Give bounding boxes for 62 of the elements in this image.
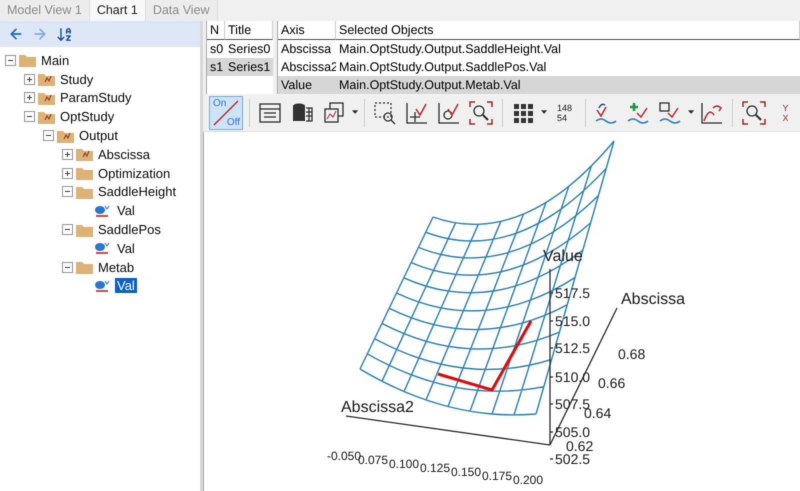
collapse-toggle[interactable] (62, 262, 73, 273)
tree-item[interactable]: Val (115, 203, 137, 218)
tree-item[interactable]: Abscissa (96, 146, 152, 162)
chart-folder-icon (38, 110, 55, 124)
folder-icon (76, 166, 93, 180)
table-cell[interactable]: s1 (207, 58, 225, 76)
folder-icon (19, 53, 36, 68)
tree-item[interactable]: SaddleHeight (96, 184, 178, 200)
tree-item[interactable]: Val (115, 278, 137, 294)
collapse-toggle[interactable] (5, 54, 16, 66)
axis-tick-label: 0.150 (451, 465, 482, 479)
chart-folder-icon (38, 90, 55, 105)
table-cell[interactable]: Value (278, 76, 336, 94)
float-variable-icon (94, 204, 112, 218)
tab[interactable]: Chart 1 (90, 0, 146, 21)
tree-item[interactable]: Study (58, 72, 96, 87)
axis-tick-label: 0.175 (482, 469, 512, 483)
axis-title: Abscissa (621, 291, 686, 308)
table-cell[interactable]: Series1 (225, 58, 274, 76)
tree-item[interactable]: ParamStudy (58, 90, 134, 106)
expand-toggle[interactable] (24, 74, 35, 85)
expand-toggle[interactable] (62, 148, 73, 160)
caret-icon[interactable] (352, 110, 358, 115)
axis-tick-label: 0.200 (513, 473, 544, 486)
float-variable-icon (94, 278, 112, 293)
tree-item[interactable]: Val (115, 240, 137, 256)
expand-toggle[interactable] (62, 168, 73, 179)
folder-icon (76, 260, 93, 274)
axis-tick-label: 0.62 (566, 438, 594, 454)
folder-icon (76, 184, 93, 199)
axis-tick-label: 0.66 (598, 375, 626, 391)
search-icon[interactable] (740, 100, 767, 126)
axis-tick-label: 0.68 (618, 346, 646, 362)
axis-tick-label: 505.0 (555, 424, 590, 440)
folder-icon (76, 222, 93, 237)
chart-folder-icon (57, 128, 74, 143)
float-variable-icon (94, 241, 112, 256)
tree-item[interactable]: OptStudy (58, 109, 116, 124)
tree-item[interactable]: Main (39, 52, 72, 68)
caret-icon[interactable] (688, 110, 694, 115)
collapse-toggle[interactable] (43, 130, 54, 142)
table-cell[interactable]: Main.OptStudy.Output.Metab.Val (336, 76, 800, 94)
collapse-toggle[interactable] (62, 224, 73, 236)
chart-folder-icon (76, 147, 93, 162)
axis-tick-label: 512.5 (555, 340, 590, 356)
tree-item[interactable]: Metab (96, 260, 136, 275)
data-labels-button[interactable]: 148 54 (550, 96, 580, 128)
tree-item[interactable]: Optimization (96, 166, 172, 181)
axis-tick-label: 502.5 (555, 451, 590, 467)
collapse-toggle[interactable] (24, 111, 35, 122)
tree-item[interactable]: SaddlePos (96, 222, 163, 238)
axis-tick-label: 0.100 (389, 457, 420, 471)
axis-title: Abscissa2 (341, 399, 414, 416)
tree-item[interactable]: Output (77, 128, 120, 144)
collapse-toggle[interactable] (62, 186, 73, 198)
axis-tick-label: 0.125 (420, 461, 450, 475)
zoom-fit-icon[interactable] (468, 100, 494, 126)
caret-icon[interactable] (540, 110, 548, 115)
expand-toggle[interactable] (24, 92, 35, 104)
sort-icon[interactable] (56, 26, 73, 42)
chart-folder-icon (38, 72, 55, 86)
axis-view-button[interactable]: Y X (771, 96, 800, 128)
